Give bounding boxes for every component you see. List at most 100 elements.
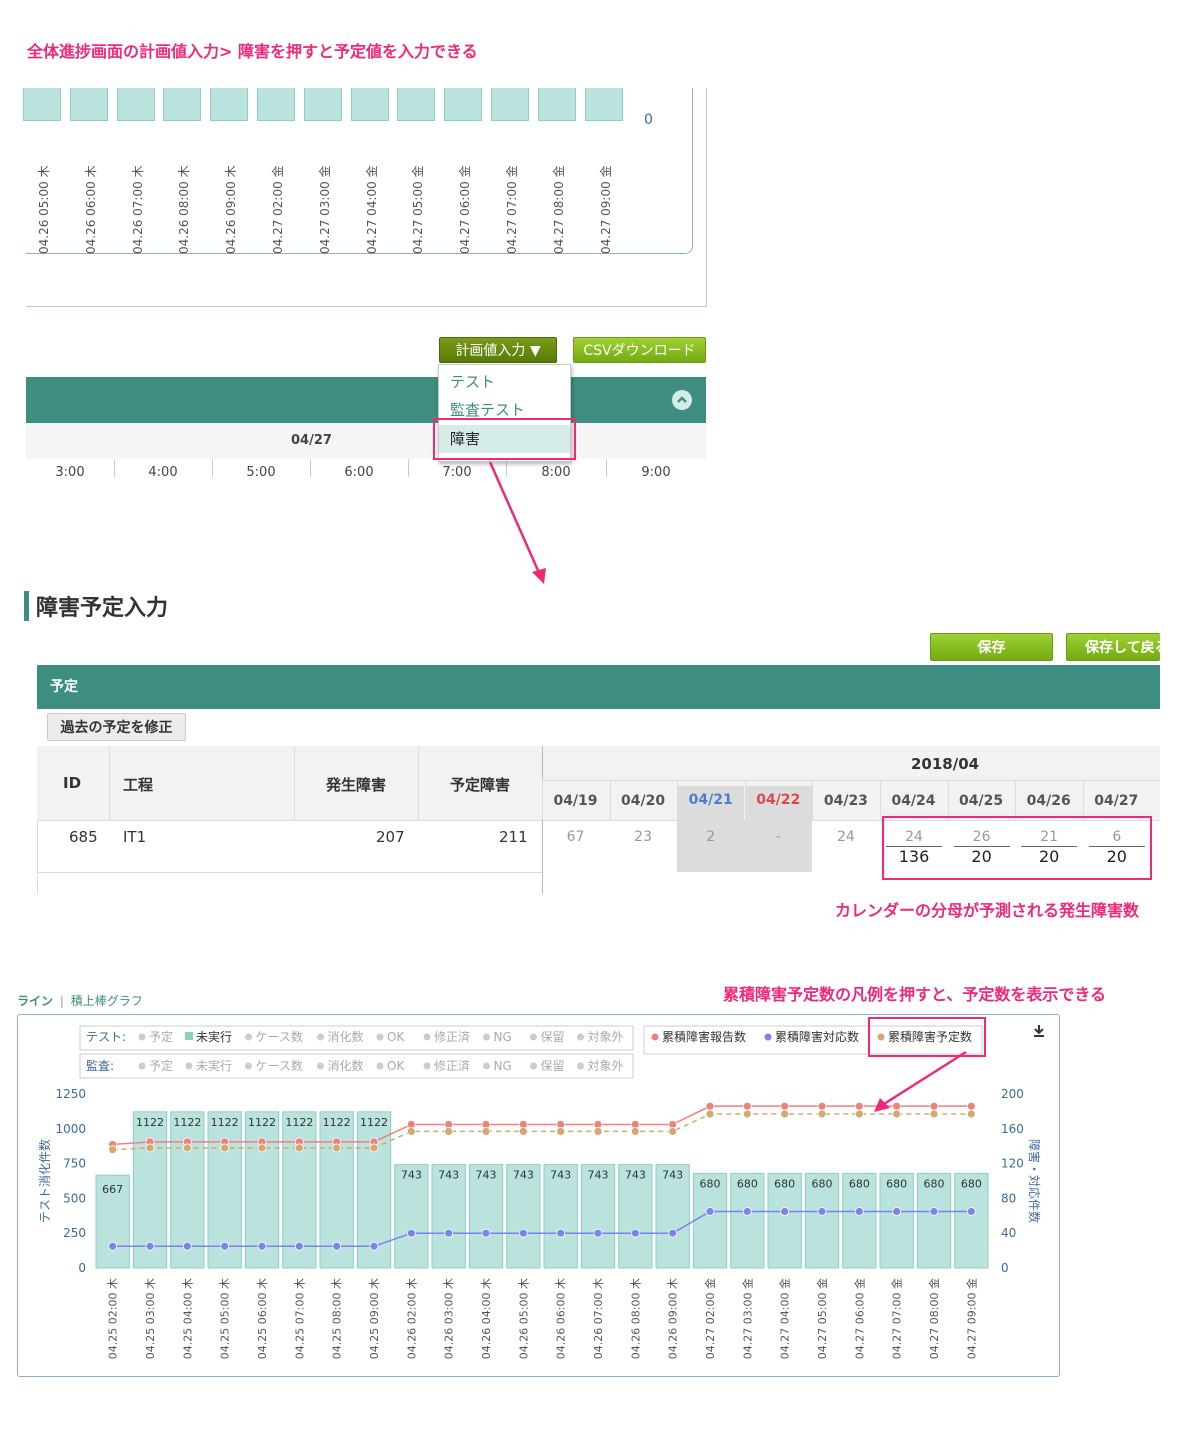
schedule-date: 04/27 <box>291 433 332 448</box>
series-point <box>145 1143 155 1153</box>
series-point <box>854 1207 864 1216</box>
y-tick-label: 250 <box>63 1226 86 1240</box>
legend-item-label: ケース数 <box>256 1029 303 1044</box>
x-tick-label: 04.25 09:00 木 <box>368 1278 381 1359</box>
legend-marker <box>530 1062 537 1070</box>
series-point <box>668 1228 678 1238</box>
schedule-hours-row: 3:00 4:00 5:00 6:00 7:00 8:00 9:00 <box>26 459 706 477</box>
csv-download-button[interactable]: CSVダウンロード <box>573 337 706 363</box>
schedule-hour-cell: 5:00 <box>212 459 311 477</box>
top-chart-bar <box>257 88 295 121</box>
plan-input-dropdown-button[interactable]: 計画値入力 ▼ <box>439 337 557 363</box>
calendar-cell-value: - <box>775 829 781 845</box>
series-point <box>780 1101 790 1111</box>
calendar-date-header: 04/19 <box>553 793 598 809</box>
x-tick-label: 04.25 07:00 木 <box>293 1278 306 1359</box>
legend-marker <box>577 1033 584 1041</box>
series-point <box>332 1241 342 1251</box>
col-divider <box>109 746 110 820</box>
legend-marker <box>423 1033 431 1041</box>
series-point <box>220 1143 230 1153</box>
top-chart-bar <box>491 88 529 121</box>
y2-tick-label: 160 <box>1001 1122 1024 1136</box>
title-accent-bar <box>24 591 29 621</box>
tab-stacked-bar[interactable]: 積上棒グラフ <box>71 994 143 1008</box>
series-point <box>892 1207 902 1216</box>
x-tick-label: 04.27 03:00 金 <box>740 1278 754 1359</box>
legend-row-label: 監査: <box>86 1058 114 1073</box>
highlight-defect-menu <box>433 418 576 460</box>
x-tick-label: 04.26 05:00 木 <box>517 1278 530 1359</box>
x-tick-label: 04.27 07:00 金 <box>890 1278 904 1359</box>
save-button[interactable]: 保存 <box>930 633 1053 661</box>
arrow-down-icon <box>488 461 546 584</box>
x-tick-label: 04.26 06:00 木 <box>555 1278 568 1359</box>
bar-value-label: 1122 <box>323 1116 351 1129</box>
legend-marker <box>185 1062 193 1070</box>
legend-item-label: 修正済 <box>434 1058 470 1073</box>
x-tick-label: 04.26 07:00 木 <box>592 1278 605 1359</box>
x-tick-label: 04.25 02:00 木 <box>107 1278 120 1359</box>
save-and-back-button[interactable]: 保存して戻る <box>1066 633 1160 661</box>
top-chart-bar <box>210 88 249 121</box>
top-chart-x-label: 04.27 06:00 金 <box>458 165 473 254</box>
cell-id: 685 <box>69 828 98 846</box>
x-tick-label: 04.25 06:00 木 <box>256 1278 269 1359</box>
bar-value-label: 680 <box>737 1177 758 1190</box>
tab-line[interactable]: ライン <box>17 994 53 1008</box>
series-point <box>481 1127 491 1136</box>
series-point <box>742 1109 752 1119</box>
calendar-col-divider <box>1015 780 1017 820</box>
series-point <box>369 1241 379 1251</box>
schedule-date-row: 04/27 <box>26 423 706 460</box>
calendar-col-divider <box>744 780 746 820</box>
calendar-date-header: 04/26 <box>1026 793 1071 809</box>
top-chart-bar <box>584 88 623 121</box>
legend-row-label: テスト: <box>86 1030 126 1044</box>
bar-value-label: 743 <box>662 1169 683 1182</box>
calendar-col-divider <box>1082 780 1084 820</box>
edit-past-plan-button[interactable]: 過去の予定を修正 <box>47 713 186 741</box>
calendar-date-header: 04/24 <box>891 793 936 809</box>
bar-value-label: 680 <box>812 1177 833 1190</box>
highlight-calendar-fractions <box>882 816 1152 880</box>
calendar-col-divider <box>677 780 679 820</box>
legend-item-label: 保留 <box>541 1059 565 1073</box>
menu-item-test[interactable]: テスト <box>439 368 570 396</box>
bar-value-label: 743 <box>625 1169 646 1182</box>
series-point <box>294 1241 304 1251</box>
legend-item-label: 未実行 <box>196 1058 232 1073</box>
top-chart-bar <box>537 88 576 121</box>
calendar-month: 2018/04 <box>911 755 980 773</box>
y2-tick-label: 0 <box>1001 1261 1009 1275</box>
bar-value-label: 680 <box>774 1177 795 1190</box>
top-chart-x-label: 04.27 07:00 金 <box>505 165 519 254</box>
series-point <box>369 1143 379 1153</box>
series-point <box>742 1101 752 1111</box>
x-tick-label: 04.27 08:00 金 <box>927 1278 941 1359</box>
chevron-up-icon[interactable] <box>672 390 692 410</box>
series-point <box>518 1228 528 1238</box>
legend-item-label: 消化数 <box>328 1029 364 1044</box>
y-axis-label: テスト消化件数 <box>37 1139 52 1223</box>
series-point <box>854 1101 864 1111</box>
top-chart-bar <box>23 88 61 121</box>
y-tick-label: 1250 <box>55 1087 86 1101</box>
x-tick-label: 04.26 02:00 木 <box>405 1278 418 1359</box>
series-point <box>108 1241 118 1251</box>
x-tick-label: 04.26 08:00 木 <box>629 1278 642 1359</box>
y2-tick-label: 200 <box>1001 1087 1024 1101</box>
series-point <box>705 1109 715 1119</box>
series-point <box>444 1228 454 1238</box>
top-chart-x-label: 04.27 02:00 金 <box>271 165 285 254</box>
series-point <box>257 1143 267 1153</box>
cell-planned: 211 <box>499 828 528 846</box>
calendar-col-divider <box>609 780 611 820</box>
plan-section-label: 予定 <box>50 679 78 695</box>
legend-item-label: ケース数 <box>256 1058 303 1073</box>
tab-separator: | <box>59 994 64 1008</box>
legend-item-label: 保留 <box>541 1030 565 1044</box>
col-divider <box>294 746 295 820</box>
legend-item-label: 対象外 <box>588 1059 624 1073</box>
schedule-header-bar <box>26 377 706 423</box>
